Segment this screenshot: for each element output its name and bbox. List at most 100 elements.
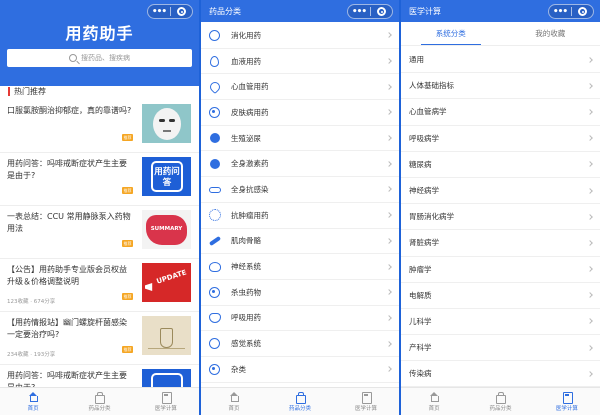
calc-item[interactable]: 胃肠消化病学 [401,204,600,231]
mini-program-capsule[interactable]: ••• [548,4,594,19]
more-icon[interactable]: ••• [549,6,571,18]
tab-bar: 首页 药品分类 医学计算 [0,387,199,415]
article-tag: 推荐 [122,187,133,194]
tab-label: 药品分类 [288,405,311,412]
category-item-urogenital[interactable]: 生殖泌尿 [201,126,399,152]
article-tag: 推荐 [122,240,133,247]
chevron-right-icon [386,212,392,218]
home-icon [28,391,39,402]
calc-label: 神经病学 [409,186,439,196]
category-item-insecticide[interactable]: 杀虫药物 [201,280,399,306]
category-item-respiratory[interactable]: 呼吸用药 [201,306,399,332]
calc-item[interactable]: 神经病学 [401,178,600,205]
tab-drug-category[interactable]: 药品分类 [267,388,333,415]
tab-system-category[interactable]: 系统分类 [401,22,501,45]
stomach-icon [208,29,221,42]
tab-label: 药品分类 [489,405,512,412]
drug-category-screen: 药品分类 ••• 消化用药 血液用药 心血管用药 皮肤病用药 生殖泌尿 全身激素… [201,0,399,415]
chevron-right-icon [587,292,593,299]
close-target-icon[interactable] [171,7,192,16]
thumbnail-text: 用药问答 [151,161,183,192]
mini-program-capsule[interactable]: ••• [147,4,193,19]
category-item-musculoskeletal[interactable]: 肌肉骨骼 [201,229,399,255]
close-target-icon[interactable] [572,7,593,16]
article-item[interactable]: 【公告】用药助手专业版会员权益升级＆价格调整说明 123收藏 · 674分享 推… [0,259,199,312]
search-input[interactable]: 搜药品、搜疾病 [7,49,192,67]
article-item[interactable]: 【用药情报站】幽门螺旋杆菌感染一定要治疗吗? 234收藏 · 193分享 推荐 [0,312,199,365]
hormone-icon [208,157,221,170]
home-header: 用药助手 ••• 搜药品、搜疾病 [0,0,199,86]
calc-item[interactable]: 心血管病学 [401,99,600,126]
category-label: 皮肤病用药 [231,107,269,117]
section-title: 热门推荐 [14,86,46,96]
chevron-right-icon [386,135,392,141]
category-item-cardiovascular[interactable]: 心血管用药 [201,74,399,101]
tab-label: 医学计算 [154,405,177,412]
article-list: 口服氯胺酮治抑郁症，真的靠谱吗? 推荐 用药问答：吗啡戒断症状产生主要是由于? … [0,100,199,415]
calc-item[interactable]: 产科学 [401,335,600,362]
category-item-anti-infection[interactable]: 全身抗感染 [201,177,399,203]
close-target-icon[interactable] [371,7,392,16]
category-item-misc[interactable]: 杂类 [201,357,399,383]
calc-item[interactable]: 肾脏病学 [401,230,600,257]
category-item-sensory[interactable]: 感觉系统 [201,331,399,357]
calc-item[interactable]: 糖尿病 [401,152,600,178]
tab-medical-calc[interactable]: 医学计算 [133,388,199,415]
calc-category-list: 通用 人体基础指标 心血管病学 呼吸病学 糖尿病 神经病学 胃肠消化病学 肾脏病… [401,47,600,388]
calc-item[interactable]: 儿科学 [401,309,600,336]
mini-program-capsule[interactable]: ••• [347,4,393,19]
thumbnail-text: SUMMARY [150,226,183,232]
chevron-right-icon [587,187,593,194]
category-label: 肌肉骨骼 [231,236,261,246]
article-item[interactable]: 口服氯胺酮治抑郁症，真的靠谱吗? 推荐 [0,100,199,153]
lungs-icon [208,312,221,325]
app-title: 用药助手 [65,24,134,43]
article-item[interactable]: 一表总结：CCU 常用静脉泵入药物用法 推荐 SUMMARY [0,206,199,259]
calc-item[interactable]: 肿瘤学 [401,257,600,283]
calc-item[interactable]: 呼吸病学 [401,126,600,152]
tab-home[interactable]: 首页 [201,388,267,415]
category-item-digestive[interactable]: 消化用药 [201,23,399,49]
drug-bag-icon [94,391,106,404]
drug-bag-icon [495,391,507,404]
tab-label: 首页 [428,405,440,412]
more-icon[interactable]: ••• [348,6,370,18]
skin-icon [208,106,221,119]
category-label: 感觉系统 [231,339,261,349]
tumor-icon [208,209,221,222]
hot-recommend-header: 热门推荐 [8,84,46,98]
calc-label: 肾脏病学 [409,238,439,248]
tab-drug-category[interactable]: 药品分类 [467,388,533,415]
category-item-blood[interactable]: 血液用药 [201,49,399,75]
article-thumbnail [142,316,191,355]
category-item-nervous[interactable]: 神经系统 [201,254,399,280]
calc-item[interactable]: 人体基础指标 [401,73,600,100]
category-label: 呼吸用药 [231,313,261,323]
tab-label: 首页 [27,405,39,412]
calc-label: 儿科学 [409,316,432,326]
medical-calc-header: 医学计算 ••• [401,0,600,22]
brain-icon [208,260,221,273]
tab-medical-calc[interactable]: 医学计算 [534,388,600,415]
more-icon[interactable]: ••• [148,6,170,18]
tab-label: 医学计算 [555,405,578,412]
tab-my-favorites[interactable]: 我的收藏 [501,22,600,45]
calc-item[interactable]: 电解质 [401,283,600,309]
calc-item[interactable]: 传染病 [401,361,600,388]
category-item-antitumor[interactable]: 抗肿瘤用药 [201,203,399,229]
insecticide-icon [208,286,221,299]
drug-category-header: 药品分类 ••• [201,0,399,22]
category-item-hormone[interactable]: 全身激素药 [201,151,399,178]
article-item[interactable]: 用药问答：吗啡戒断症状产生主要是由于? 推荐 用药问答 [0,153,199,206]
chevron-right-icon [386,58,392,64]
tab-medical-calc[interactable]: 医学计算 [333,388,399,415]
calc-label: 呼吸病学 [409,133,439,143]
category-item-dermatology[interactable]: 皮肤病用药 [201,100,399,126]
tab-home[interactable]: 首页 [401,388,467,415]
calc-item[interactable]: 通用 [401,47,600,74]
tab-drug-category[interactable]: 药品分类 [66,388,132,415]
tab-home[interactable]: 首页 [0,388,66,415]
megaphone-icon [145,283,153,291]
category-label: 抗肿瘤用药 [231,210,269,220]
calculator-icon [161,391,172,404]
